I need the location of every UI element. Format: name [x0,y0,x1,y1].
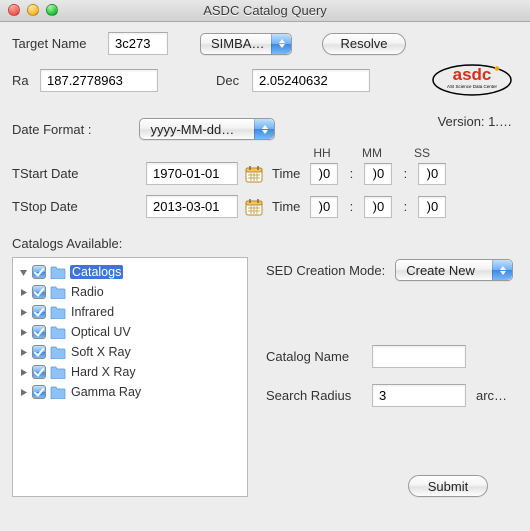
sed-mode-select[interactable]: Create New [395,259,513,281]
tstart-hh-input[interactable] [310,163,338,185]
checkbox[interactable] [32,385,46,399]
folder-icon [50,346,66,359]
tstop-hh-input[interactable] [310,196,338,218]
asdc-logo: asdc ASI Science Data Center [432,58,512,103]
folder-icon [50,266,66,279]
zoom-window-button[interactable] [46,4,58,16]
checkbox[interactable] [32,345,46,359]
checkbox[interactable] [32,285,46,299]
folder-icon [50,326,66,339]
target-name-label: Target Name [12,36,100,51]
disclosure-triangle-icon[interactable] [19,268,28,277]
traffic-lights [8,4,58,16]
tstop-mm-input[interactable] [364,196,392,218]
tree-item-catalogs[interactable]: Catalogs [15,262,245,282]
tree-item-infrared[interactable]: Infrared [15,302,245,322]
disclosure-triangle-icon[interactable] [19,368,28,377]
time-sep: : [398,166,412,181]
tstart-date-input[interactable] [146,162,238,185]
date-format-select[interactable]: yyyy-MM-dd… [139,118,275,140]
catalog-name-label: Catalog Name [266,349,362,364]
tree-item-gamma-ray[interactable]: Gamma Ray [15,382,245,402]
ss-header: SS [408,146,436,160]
hh-header: HH [308,146,336,160]
sed-mode-value: Create New [406,263,475,278]
folder-icon [50,386,66,399]
ra-label: Ra [12,73,32,88]
svg-text:asdc: asdc [453,65,492,84]
tree-item-label: Catalogs [70,265,123,279]
close-window-button[interactable] [8,4,20,16]
resolver-select[interactable]: SIMBA… [200,33,292,55]
search-radius-label: Search Radius [266,388,362,403]
mm-header: MM [358,146,386,160]
folder-icon [50,306,66,319]
calendar-icon[interactable] [244,164,264,184]
checkbox[interactable] [32,265,46,279]
tstop-label: TStop Date [12,199,98,214]
resolve-button[interactable]: Resolve [322,33,406,55]
ra-input[interactable] [40,69,158,92]
tstart-mm-input[interactable] [364,163,392,185]
date-format-value: yyyy-MM-dd… [150,122,234,137]
minimize-window-button[interactable] [27,4,39,16]
tree-item-hard-x-ray[interactable]: Hard X Ray [15,362,245,382]
dec-input[interactable] [252,69,370,92]
disclosure-triangle-icon[interactable] [19,328,28,337]
time-sep: : [344,199,358,214]
disclosure-triangle-icon[interactable] [19,388,28,397]
catalogs-available-label: Catalogs Available: [12,236,518,251]
tree-item-soft-x-ray[interactable]: Soft X Ray [15,342,245,362]
sed-mode-label: SED Creation Mode: [266,263,385,278]
disclosure-triangle-icon[interactable] [19,348,28,357]
svg-text:ASI Science Data Center: ASI Science Data Center [447,84,498,89]
checkbox[interactable] [32,325,46,339]
tree-item-label: Hard X Ray [70,365,137,379]
tstart-label: TStart Date [12,166,98,181]
tree-item-label: Radio [70,285,105,299]
tree-item-label: Infrared [70,305,115,319]
resolver-select-label: SIMBA… [211,36,264,51]
checkbox[interactable] [32,305,46,319]
disclosure-triangle-icon[interactable] [19,308,28,317]
tree-item-label: Optical UV [70,325,132,339]
catalog-name-input[interactable] [372,345,466,368]
tree-item-label: Soft X Ray [70,345,132,359]
tstop-time-label: Time [272,199,300,214]
tree-item-optical-uv[interactable]: Optical UV [15,322,245,342]
calendar-icon[interactable] [244,197,264,217]
window-titlebar: ASDC Catalog Query [0,0,530,22]
catalogs-tree[interactable]: Catalogs Radio Infrared Optical UV Soft X Ra… [12,257,248,497]
tstart-ss-input[interactable] [418,163,446,185]
version-label: Version: 1.… [438,114,512,129]
time-sep: : [398,199,412,214]
dec-label: Dec [216,73,244,88]
chevron-updown-icon [254,119,274,139]
date-format-label: Date Format : [12,122,91,137]
folder-icon [50,286,66,299]
tree-item-label: Gamma Ray [70,385,142,399]
tree-item-radio[interactable]: Radio [15,282,245,302]
chevron-updown-icon [271,34,291,54]
tstop-date-input[interactable] [146,195,238,218]
checkbox[interactable] [32,365,46,379]
folder-icon [50,366,66,379]
tstop-ss-input[interactable] [418,196,446,218]
tstart-time-label: Time [272,166,300,181]
search-radius-input[interactable] [372,384,466,407]
window-title: ASDC Catalog Query [203,3,327,18]
search-radius-unit: arc… [476,388,507,403]
chevron-updown-icon [492,260,512,280]
disclosure-triangle-icon[interactable] [19,288,28,297]
submit-button[interactable]: Submit [408,475,488,497]
time-sep: : [344,166,358,181]
target-name-input[interactable] [108,32,168,55]
